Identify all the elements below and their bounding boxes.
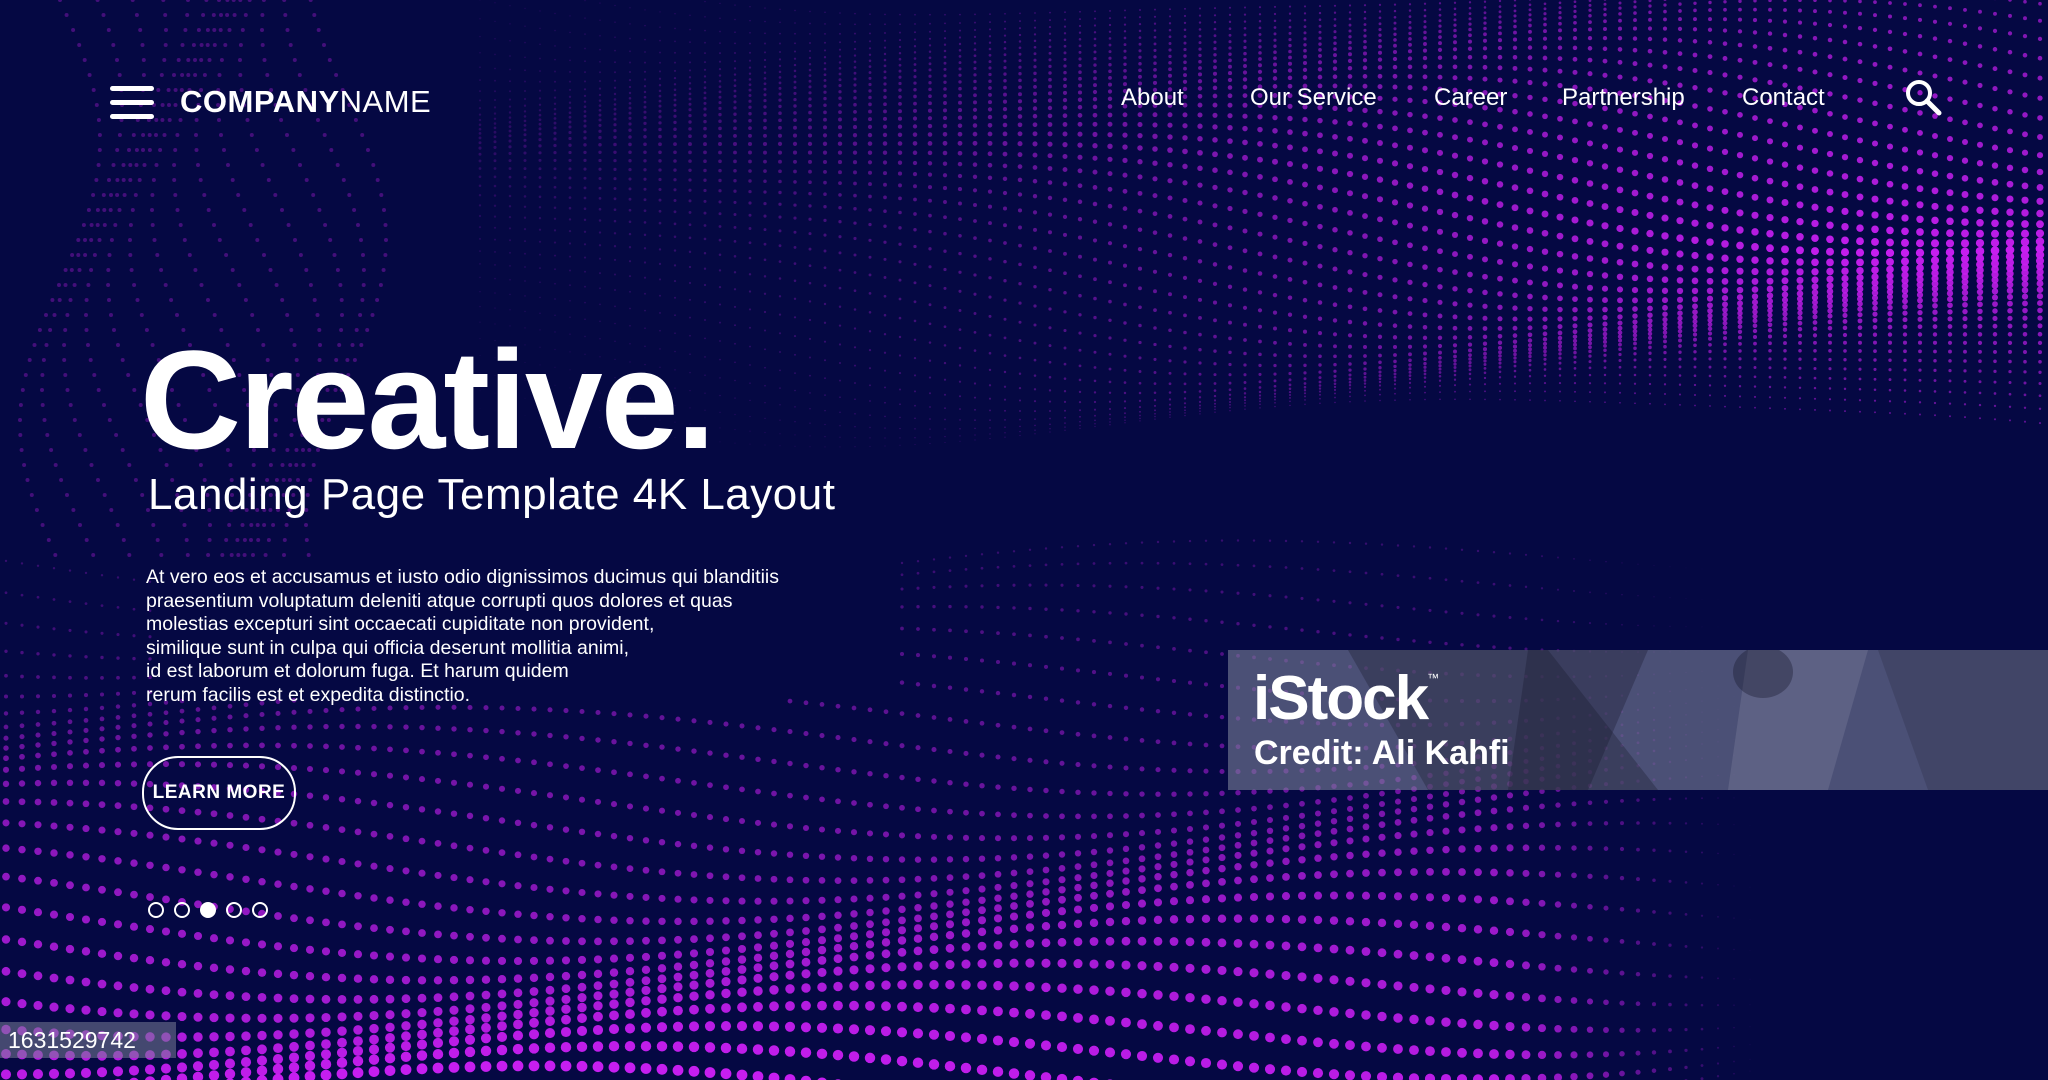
brand-bold: COMPANY: [180, 84, 340, 119]
slide-dot-1[interactable]: [148, 902, 164, 918]
brand-light: NAME: [339, 84, 432, 119]
watermark-panel: iStock™ Credit: Ali Kahfi: [1228, 650, 2048, 790]
slide-dot-2[interactable]: [174, 902, 190, 918]
hamburger-menu-icon[interactable]: [110, 86, 154, 120]
hero-description-line: praesentium voluptatum deleniti atque co…: [146, 589, 733, 612]
nav-career[interactable]: Career: [1434, 84, 1507, 112]
slide-dot-3[interactable]: [200, 902, 216, 918]
slide-dot-5[interactable]: [252, 902, 268, 918]
hero-subtitle: Landing Page Template 4K Layout: [148, 470, 836, 519]
hero-description-line: At vero eos et accusamus et iusto odio d…: [146, 566, 779, 588]
hero-description: At vero eos et accusamus et iusto odio d…: [146, 566, 906, 707]
hero-description-line: id est laborum et dolorum fuga. Et harum…: [146, 660, 569, 682]
slide-dot-4[interactable]: [226, 902, 242, 918]
hero-description-line: molestias excepturi sint occaecati cupid…: [146, 613, 655, 635]
learn-more-button[interactable]: LEARN MORE: [142, 756, 296, 830]
hero-title: Creative.: [140, 321, 715, 478]
istock-logo: iStock™: [1253, 664, 1440, 733]
image-id-label: 1631529742: [0, 1022, 176, 1058]
search-icon[interactable]: [1904, 78, 1944, 118]
watermark-credit: Credit: Ali Kahfi: [1254, 734, 1510, 772]
company-logo[interactable]: COMPANYNAME: [180, 84, 431, 120]
hero-description-line: similique sunt in culpa qui officia dese…: [146, 636, 630, 659]
top-navigation-bar: COMPANYNAME About Our Service Career Par…: [0, 0, 2048, 200]
nav-our-service[interactable]: Our Service: [1250, 84, 1377, 112]
nav-contact[interactable]: Contact: [1742, 84, 1825, 112]
hero-description-line: rerum facilis est et expedita distinctio…: [146, 683, 471, 706]
nav-partnership[interactable]: Partnership: [1562, 84, 1685, 112]
nav-about[interactable]: About: [1121, 84, 1184, 112]
